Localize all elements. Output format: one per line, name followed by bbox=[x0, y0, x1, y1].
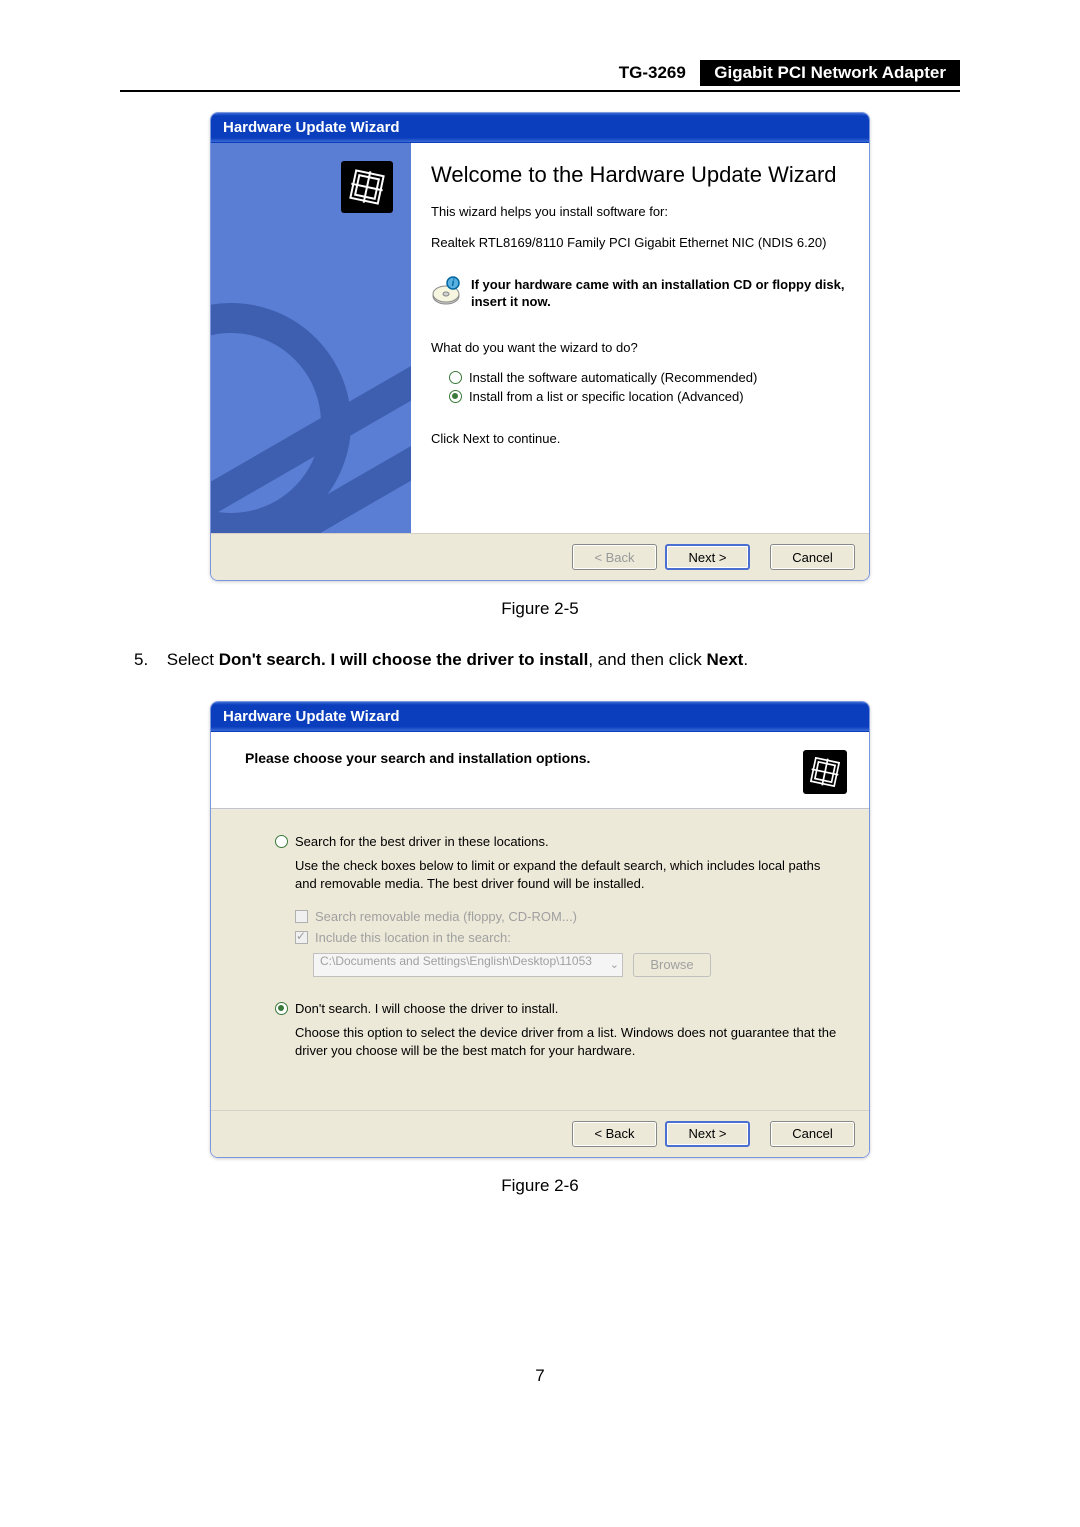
wizard-heading: Welcome to the Hardware Update Wizard bbox=[431, 161, 849, 189]
radio-label: Search for the best driver in these loca… bbox=[295, 834, 549, 849]
cd-disk-icon: i bbox=[431, 276, 461, 306]
wizard-buttons: < Back Next > Cancel bbox=[211, 533, 869, 580]
svg-text:i: i bbox=[452, 278, 455, 289]
hardware-update-wizard-1: Hardware Update Wizard bbox=[210, 112, 870, 581]
radio-icon bbox=[275, 835, 288, 848]
radio-label: Install the software automatically (Reco… bbox=[469, 370, 757, 385]
figure-caption-1: Figure 2-5 bbox=[120, 599, 960, 619]
search-description: Use the check boxes below to limit or ex… bbox=[295, 857, 843, 893]
wizard-sidebar bbox=[211, 143, 411, 533]
wizard-titlebar: Hardware Update Wizard bbox=[211, 113, 869, 143]
radio-dont-search[interactable]: Don't search. I will choose the driver t… bbox=[275, 1001, 843, 1016]
hardware-icon bbox=[341, 161, 393, 213]
product-title: Gigabit PCI Network Adapter bbox=[700, 60, 960, 86]
page-number: 7 bbox=[120, 1366, 960, 1386]
device-name: Realtek RTL8169/8110 Family PCI Gigabit … bbox=[431, 234, 849, 252]
step-number: 5. bbox=[134, 647, 162, 673]
back-button[interactable]: < Back bbox=[572, 1121, 657, 1147]
model-number: TG-3269 bbox=[609, 60, 696, 86]
radio-automatic[interactable]: Install the software automatically (Reco… bbox=[449, 370, 849, 385]
cancel-button[interactable]: Cancel bbox=[770, 1121, 855, 1147]
radio-icon bbox=[449, 371, 462, 384]
browse-button: Browse bbox=[633, 953, 711, 977]
radio-label: Install from a list or specific location… bbox=[469, 389, 744, 404]
radio-icon bbox=[449, 390, 462, 403]
wizard-question: What do you want the wizard to do? bbox=[431, 339, 849, 357]
checkbox-include-location: Include this location in the search: bbox=[295, 930, 843, 945]
radio-search-best[interactable]: Search for the best driver in these loca… bbox=[275, 834, 843, 849]
wizard2-heading: Please choose your search and installati… bbox=[245, 750, 590, 766]
figure-caption-2: Figure 2-6 bbox=[120, 1176, 960, 1196]
cd-instruction: If your hardware came with an installati… bbox=[471, 276, 849, 311]
next-button[interactable]: Next > bbox=[665, 1121, 750, 1147]
checkbox-icon bbox=[295, 910, 308, 923]
wizard-buttons: < Back Next > Cancel bbox=[211, 1110, 869, 1157]
page-header: TG-3269 Gigabit PCI Network Adapter bbox=[120, 60, 960, 92]
wizard-titlebar: Hardware Update Wizard bbox=[211, 702, 869, 732]
checkbox-label: Include this location in the search: bbox=[315, 930, 511, 945]
checkbox-removable-media: Search removable media (floppy, CD-ROM..… bbox=[295, 909, 843, 924]
chevron-down-icon: ⌄ bbox=[610, 958, 619, 971]
hardware-update-wizard-2: Hardware Update Wizard Please choose you… bbox=[210, 701, 870, 1158]
back-button: < Back bbox=[572, 544, 657, 570]
cancel-button[interactable]: Cancel bbox=[770, 544, 855, 570]
continue-text: Click Next to continue. bbox=[431, 430, 849, 448]
radio-advanced[interactable]: Install from a list or specific location… bbox=[449, 389, 849, 404]
wizard-intro: This wizard helps you install software f… bbox=[431, 203, 849, 221]
radio-label: Don't search. I will choose the driver t… bbox=[295, 1001, 558, 1016]
checkbox-label: Search removable media (floppy, CD-ROM..… bbox=[315, 909, 577, 924]
dont-search-description: Choose this option to select the device … bbox=[295, 1024, 843, 1060]
hardware-icon bbox=[803, 750, 847, 794]
path-dropdown: C:\Documents and Settings\English\Deskto… bbox=[313, 953, 623, 977]
next-button[interactable]: Next > bbox=[665, 544, 750, 570]
step-5-instruction: 5. Select Don't search. I will choose th… bbox=[120, 647, 960, 673]
radio-icon bbox=[275, 1002, 288, 1015]
checkbox-icon bbox=[295, 931, 308, 944]
